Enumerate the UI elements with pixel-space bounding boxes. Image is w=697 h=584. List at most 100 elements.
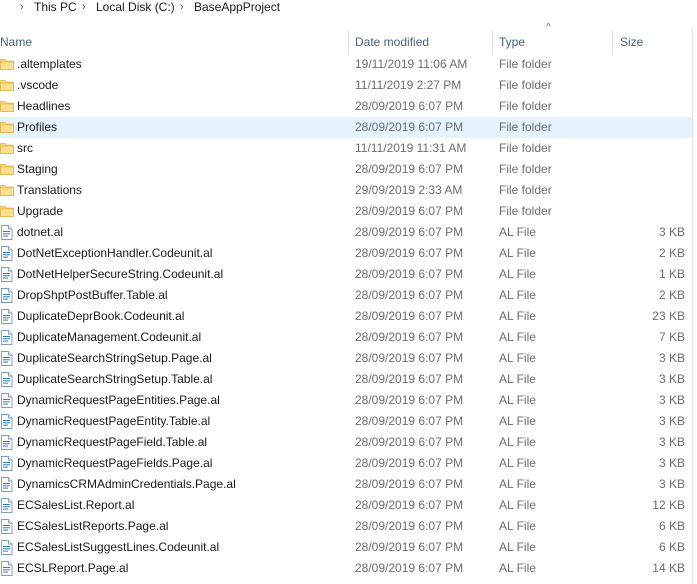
column-divider[interactable] [348, 30, 349, 54]
file-name: .altemplates [17, 57, 82, 71]
file-row[interactable]: DotNetExceptionHandler.Codeunit.al 28/09/… [0, 243, 692, 264]
file-row[interactable]: DynamicRequestPageFields.Page.al 28/09/20… [0, 453, 692, 474]
folder-row[interactable]: .altemplates 19/11/2019 11:06 AM File fold… [0, 54, 692, 75]
file-row[interactable]: DuplicateSearchStringSetup.Table.al 28/09… [0, 369, 692, 390]
al-file-icon [0, 477, 13, 492]
folder-row[interactable]: src 11/11/2019 11:31 AM File folder [0, 138, 692, 159]
column-divider [692, 28, 693, 584]
al-file-icon [0, 330, 13, 345]
file-name: DynamicRequestPageField.Table.al [17, 435, 208, 449]
folder-row[interactable]: Translations 29/09/2019 2:33 AM File folde… [0, 180, 692, 201]
file-name: DuplicateSearchStringSetup.Page.al [17, 351, 212, 365]
chevron-right-icon[interactable]: › [20, 0, 24, 17]
file-size: 14 KB [652, 561, 685, 575]
file-row[interactable]: DynamicRequestPageEntities.Page.al 28/09/… [0, 390, 692, 411]
column-header-name[interactable]: Name [0, 28, 32, 56]
column-header-size[interactable]: Size [620, 28, 643, 56]
folder-row[interactable]: .vscode 11/11/2019 2:27 PM File folder [0, 75, 692, 96]
folder-row[interactable]: Staging 28/09/2019 6:07 PM File folder [0, 159, 692, 180]
al-file-icon [0, 456, 13, 471]
file-type: AL File [499, 372, 536, 386]
breadcrumb-local-disk[interactable]: Local Disk (C:) [96, 0, 175, 17]
date-modified: 29/09/2019 2:33 AM [355, 183, 463, 197]
file-type: File folder [499, 162, 552, 176]
folder-icon [0, 141, 14, 156]
column-divider[interactable] [492, 30, 493, 54]
file-size: 3 KB [658, 393, 685, 407]
date-modified: 28/09/2019 6:07 PM [355, 225, 464, 239]
breadcrumb-this-pc[interactable]: This PC [34, 0, 77, 17]
date-modified: 28/09/2019 6:07 PM [355, 99, 464, 113]
file-type: File folder [499, 99, 552, 113]
file-name: ECSalesListReports.Page.al [17, 519, 169, 533]
file-size: 7 KB [658, 330, 685, 344]
file-name: DynamicRequestPageEntity.Table.al [17, 414, 211, 428]
file-row[interactable]: ECSLReport.Page.al 28/09/2019 6:07 PM AL F… [0, 558, 692, 579]
date-modified: 28/09/2019 6:07 PM [355, 351, 464, 365]
column-header-date-modified[interactable]: Date modified [355, 28, 429, 56]
al-file-icon [0, 414, 13, 429]
al-file-icon [0, 519, 13, 534]
file-size: 3 KB [658, 477, 685, 491]
al-file-icon [0, 393, 13, 408]
date-modified: 11/11/2019 11:31 AM [355, 141, 467, 155]
folder-row[interactable]: Headlines 28/09/2019 6:07 PM File folder [0, 96, 692, 117]
file-row[interactable]: ECSalesList.Report.al 28/09/2019 6:07 PM A… [0, 495, 692, 516]
file-type: AL File [499, 414, 536, 428]
address-bar: › This PC › Local Disk (C:) › BaseAppPro… [0, 0, 697, 17]
file-row[interactable]: DuplicateManagement.Codeunit.al 28/09/201… [0, 327, 692, 348]
file-type: AL File [499, 498, 536, 512]
date-modified: 19/11/2019 11:06 AM [355, 57, 468, 71]
file-row[interactable]: DynamicRequestPageEntity.Table.al 28/09/2… [0, 411, 692, 432]
folder-icon [0, 78, 14, 93]
date-modified: 28/09/2019 6:07 PM [355, 204, 464, 218]
column-header-type[interactable]: Type [499, 28, 525, 56]
file-row[interactable]: DynamicsCRMAdminCredentials.Page.al 28/09… [0, 474, 692, 495]
folder-icon [0, 99, 14, 114]
file-row[interactable]: DuplicateSearchStringSetup.Page.al 28/09/… [0, 348, 692, 369]
folder-row[interactable]: Profiles 28/09/2019 6:07 PM File folder [0, 117, 692, 138]
date-modified: 28/09/2019 6:07 PM [355, 519, 464, 533]
file-size: 3 KB [658, 456, 685, 470]
date-modified: 28/09/2019 6:07 PM [355, 456, 464, 470]
date-modified: 28/09/2019 6:07 PM [355, 267, 464, 281]
chevron-right-icon[interactable]: › [180, 0, 184, 17]
file-size: 3 KB [658, 372, 685, 386]
file-row[interactable]: ECSalesListReports.Page.al 28/09/2019 6:0… [0, 516, 692, 537]
breadcrumb-baseappproject[interactable]: BaseAppProject [194, 0, 280, 17]
file-name: DuplicateManagement.Codeunit.al [17, 330, 202, 344]
file-name: ECSalesListSuggestLines.Codeunit.al [17, 540, 220, 554]
al-file-icon [0, 498, 13, 513]
file-name: .vscode [17, 78, 59, 92]
date-modified: 28/09/2019 6:07 PM [355, 330, 464, 344]
file-name: DropShptPostBuffer.Table.al [17, 288, 168, 302]
file-type: AL File [499, 267, 536, 281]
file-size: 3 KB [658, 351, 685, 365]
file-type: AL File [499, 288, 536, 302]
file-size: 1 KB [658, 267, 685, 281]
file-row[interactable]: DropShptPostBuffer.Table.al 28/09/2019 6:… [0, 285, 692, 306]
file-row[interactable]: DuplicateDeprBook.Codeunit.al 28/09/2019 … [0, 306, 692, 327]
file-type: AL File [499, 351, 536, 365]
folder-icon [0, 183, 14, 198]
file-type: File folder [499, 78, 552, 92]
file-name: ECSLReport.Page.al [17, 561, 129, 575]
date-modified: 28/09/2019 6:07 PM [355, 120, 464, 134]
folder-icon [0, 162, 14, 177]
file-type: AL File [499, 477, 536, 491]
file-row[interactable]: ECSalesListSuggestLines.Codeunit.al 28/09… [0, 537, 692, 558]
file-row[interactable]: DotNetHelperSecureString.Codeunit.al 28/0… [0, 264, 692, 285]
al-file-icon [0, 372, 13, 387]
file-row[interactable]: DynamicRequestPageField.Table.al 28/09/20… [0, 432, 692, 453]
al-file-icon [0, 267, 13, 282]
file-type: File folder [499, 141, 552, 155]
file-type: File folder [499, 204, 552, 218]
al-file-icon [0, 435, 13, 450]
folder-icon [0, 120, 14, 135]
column-divider[interactable] [612, 30, 613, 54]
chevron-right-icon[interactable]: › [82, 0, 86, 17]
folder-row[interactable]: Upgrade 28/09/2019 6:07 PM File folder [0, 201, 692, 222]
file-size: 12 KB [652, 498, 685, 512]
file-name: Upgrade [17, 204, 64, 218]
file-row[interactable]: dotnet.al 28/09/2019 6:07 PM AL File 3 KB [0, 222, 692, 243]
